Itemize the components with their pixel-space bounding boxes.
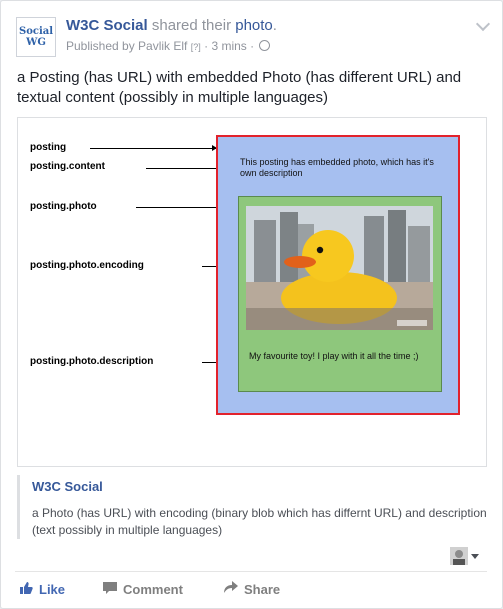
- post-card: Social WG W3C Social shared their photo.…: [0, 0, 503, 609]
- share-button[interactable]: Share: [224, 581, 280, 597]
- link-attachment[interactable]: W3C Social a Photo (has URL) with encodi…: [17, 475, 490, 539]
- comment-icon: [103, 581, 117, 597]
- posting-content-text: This posting has embedded photo, which h…: [240, 157, 434, 178]
- rubber-duck-image: [246, 206, 433, 330]
- like-button[interactable]: Like: [19, 581, 65, 598]
- comment-button[interactable]: Comment: [103, 581, 183, 597]
- share-icon: [224, 581, 238, 597]
- link-title[interactable]: W3C Social: [32, 479, 103, 494]
- label-posting-content: posting.content: [30, 161, 105, 172]
- link-description: a Photo (has URL) with encoding (binary …: [32, 506, 487, 537]
- meta-separator: ·: [200, 39, 212, 53]
- caret-down-icon[interactable]: [471, 554, 479, 559]
- meta-separator-2: ·: [246, 39, 258, 53]
- thumbs-up-icon: [19, 581, 33, 598]
- photo-box: My favourite toy! I play with it all the…: [238, 196, 442, 392]
- posting-box: This posting has embedded photo, which h…: [216, 135, 460, 415]
- share-label: Share: [244, 581, 281, 597]
- avatar-line1: Social: [18, 26, 54, 37]
- post-header: W3C Social shared their photo.: [66, 17, 277, 34]
- chevron-down-icon[interactable]: [475, 16, 491, 32]
- like-label: Like: [39, 582, 66, 597]
- comment-label: Comment: [123, 581, 183, 597]
- timestamp[interactable]: 3 mins: [211, 39, 246, 53]
- label-posting: posting: [30, 142, 67, 153]
- globe-icon[interactable]: [259, 40, 271, 51]
- page-avatar[interactable]: Social WG: [16, 17, 56, 57]
- duck-photo: [246, 206, 433, 330]
- help-marker[interactable]: [?]: [191, 42, 201, 52]
- post-text: a Posting (has URL) with embedded Photo …: [17, 69, 462, 106]
- avatar-line2: WG: [26, 37, 46, 48]
- post-image[interactable]: posting posting.content posting.photo po…: [17, 117, 487, 467]
- label-photo-encoding: posting.photo.encoding: [30, 260, 144, 271]
- photo-description-text: My favourite toy! I play with it all the…: [249, 351, 419, 361]
- action-bar: Like Comment Share: [15, 571, 487, 606]
- label-photo-description: posting.photo.description: [30, 356, 154, 367]
- header-period: .: [272, 17, 277, 34]
- viewer-avatar[interactable]: [450, 547, 468, 565]
- arrow-posting: [90, 145, 217, 151]
- action-text: shared their: [147, 17, 236, 34]
- post-meta: Published by Pavlik Elf [?] · 3 mins ·: [66, 39, 271, 53]
- photo-link[interactable]: photo: [235, 17, 273, 34]
- author-link[interactable]: W3C Social: [66, 17, 148, 34]
- published-by: Published by Pavlik Elf: [66, 39, 188, 53]
- label-posting-photo: posting.photo: [30, 201, 97, 212]
